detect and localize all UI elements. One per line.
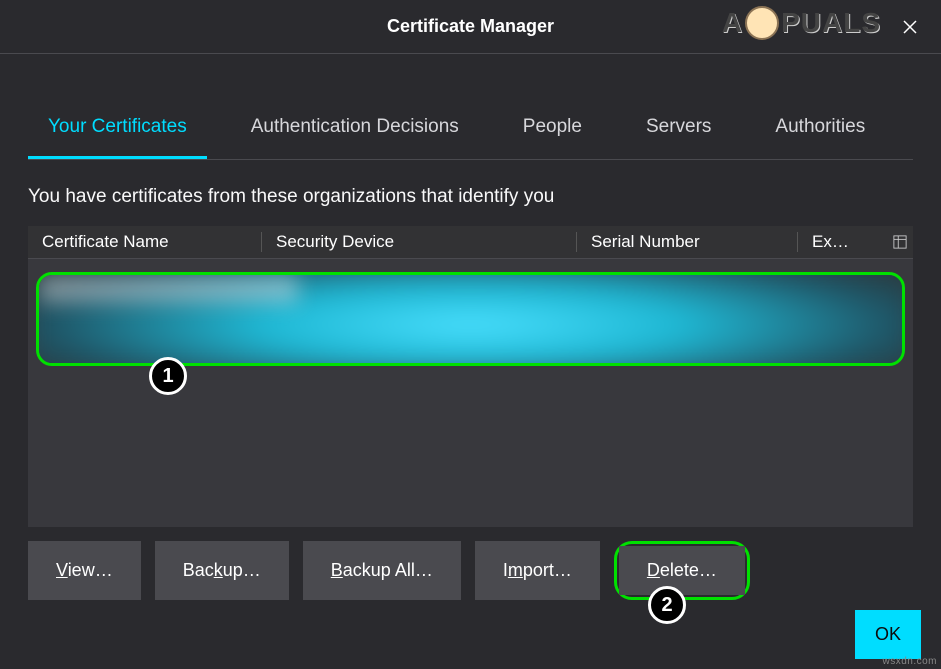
backup-all-accesskey: B bbox=[331, 560, 343, 580]
columns-icon bbox=[893, 235, 907, 249]
import-accesskey: m bbox=[508, 560, 523, 580]
titlebar: A PUALS Certificate Manager bbox=[0, 0, 941, 54]
tab-authentication-decisions[interactable]: Authentication Decisions bbox=[231, 102, 479, 159]
logo-text-rest: PUALS bbox=[781, 7, 881, 39]
column-header-serial[interactable]: Serial Number bbox=[577, 232, 798, 252]
annotation-step-1: 1 bbox=[149, 357, 187, 395]
tab-servers[interactable]: Servers bbox=[626, 102, 731, 159]
brand-logo: A PUALS bbox=[722, 6, 881, 40]
view-accesskey: V bbox=[56, 560, 68, 580]
action-button-row: View… Backup… Backup All… Import… Delete… bbox=[28, 541, 913, 600]
column-header-device[interactable]: Security Device bbox=[262, 232, 577, 252]
import-button[interactable]: Import… bbox=[475, 541, 600, 600]
backup-accesskey: k bbox=[214, 560, 223, 580]
column-picker-button[interactable] bbox=[891, 233, 909, 251]
tab-people[interactable]: People bbox=[503, 102, 602, 159]
column-header-name[interactable]: Certificate Name bbox=[28, 232, 262, 252]
close-button[interactable] bbox=[897, 14, 923, 40]
delete-accesskey: D bbox=[647, 560, 660, 580]
watermark-text: wsxdn.com bbox=[882, 656, 937, 667]
delete-button[interactable]: Delete… bbox=[619, 546, 745, 595]
ok-button[interactable]: OK bbox=[855, 610, 921, 659]
selected-certificate-row[interactable] bbox=[36, 272, 905, 366]
column-header-expires[interactable]: Expir… bbox=[798, 232, 872, 252]
tab-your-certificates[interactable]: Your Certificates bbox=[28, 102, 207, 159]
tab-authorities[interactable]: Authorities bbox=[755, 102, 885, 159]
logo-mascot-icon bbox=[745, 6, 779, 40]
tab-bar: Your Certificates Authentication Decisio… bbox=[28, 102, 913, 160]
backup-all-button[interactable]: Backup All… bbox=[303, 541, 461, 600]
logo-text-a: A bbox=[722, 7, 743, 39]
tab-description: You have certificates from these organiz… bbox=[28, 186, 913, 208]
delete-button-highlight: Delete… bbox=[614, 541, 750, 600]
dialog-content: Your Certificates Authentication Decisio… bbox=[0, 102, 941, 620]
annotation-step-2: 2 bbox=[648, 586, 686, 624]
dialog-title: Certificate Manager bbox=[387, 16, 554, 37]
table-header-row: Certificate Name Security Device Serial … bbox=[28, 226, 913, 259]
view-button[interactable]: View… bbox=[28, 541, 141, 600]
backup-button[interactable]: Backup… bbox=[155, 541, 289, 600]
dialog-footer: OK bbox=[855, 610, 921, 659]
close-icon bbox=[901, 18, 919, 36]
